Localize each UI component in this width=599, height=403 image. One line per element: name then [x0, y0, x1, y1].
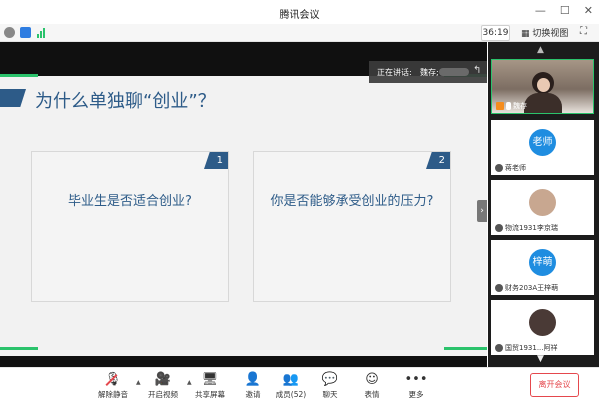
fullscreen-icon[interactable]: ⛶ [580, 26, 587, 37]
more-dots-icon: ••• [404, 372, 428, 387]
participant-tile[interactable]: 梓萌 财务203A王梓萌 [491, 240, 594, 295]
switch-view-button[interactable]: ▦ 切换视图 [521, 26, 568, 39]
participant-panel: ▲ 魏存 老师 蒋老师 物流1931李京瑞 梓萌 财务203A王梓萌 国贸193… [488, 42, 599, 367]
mic-muted-icon: 🎙 [104, 372, 122, 387]
close-icon[interactable]: ✕ [584, 4, 593, 17]
speaking-indicator: 正在讲话: 魏存; ↰ [369, 61, 487, 83]
user-icon [495, 343, 503, 352]
scroll-up-icon[interactable]: ▲ [537, 45, 544, 55]
speaker-name: 魏存; [420, 68, 439, 77]
participant-name: 国贸1931...阿祥 [505, 343, 558, 352]
unmute-button[interactable]: 🎙 解除静音 [88, 372, 138, 400]
meeting-timer: 36:19 [481, 25, 510, 41]
card-number: 1 [204, 152, 228, 169]
question-card-1: 1 毕业生是否适合创业? [31, 151, 229, 302]
participant-tile[interactable]: 物流1931李京瑞 [491, 180, 594, 235]
user-icon [495, 283, 503, 292]
smile-icon: ☺ [365, 372, 379, 387]
security-shield-icon[interactable] [20, 27, 31, 38]
speaker-name-blurred [439, 68, 469, 76]
mic-icon [506, 101, 511, 110]
window-controls: — ☐ ✕ [535, 4, 593, 17]
collapse-panel-button[interactable]: › [477, 200, 487, 222]
speaking-label: 正在讲话: [377, 68, 412, 77]
participant-name-row: 蒋老师 [491, 162, 526, 173]
meeting-toolbar: 🎙 解除静音 ▲ 🎥 开启视频 ▲ 🖥 共享屏幕 👤 邀请 👥 成员(52) 💬… [0, 367, 599, 403]
participant-name: 魏存 [513, 101, 527, 110]
info-icon[interactable] [4, 27, 15, 38]
reactions-label: 表情 [364, 390, 380, 399]
avatar [529, 189, 556, 216]
person-face [537, 78, 550, 92]
participant-name-row: 财务203A王梓萌 [491, 282, 558, 293]
participant-tile[interactable]: 老师 蒋老师 [491, 120, 594, 175]
minimize-icon[interactable]: — [535, 4, 546, 17]
pin-icon[interactable]: ↰ [473, 65, 481, 76]
avatar: 老师 [529, 129, 556, 156]
host-icon [496, 101, 504, 110]
participant-name-row: 国贸1931...阿祥 [491, 342, 558, 353]
scroll-down-icon[interactable]: ▼ [537, 354, 544, 364]
participant-name: 财务203A王梓萌 [505, 283, 559, 292]
participant-name: 蒋老师 [505, 163, 526, 172]
more-label: 更多 [408, 390, 424, 399]
maximize-icon[interactable]: ☐ [560, 4, 570, 17]
unmute-label: 解除静音 [98, 390, 128, 399]
slide-title: 为什么单独聊“创业”？ [35, 91, 216, 112]
avatar [529, 309, 556, 336]
participant-name-row: 魏存 [492, 100, 527, 111]
camera-off-icon: 🎥 [154, 372, 172, 387]
participant-name-row: 物流1931李京瑞 [491, 222, 558, 233]
reactions-button[interactable]: ☺ 表情 [347, 372, 397, 400]
card-text: 毕业生是否适合创业? [68, 194, 192, 209]
participant-tile[interactable]: 国贸1931...阿祥 [491, 300, 594, 355]
user-icon [495, 163, 503, 172]
start-video-label: 开启视频 [148, 390, 178, 399]
user-icon [495, 223, 503, 232]
more-button[interactable]: ••• 更多 [391, 372, 441, 400]
presentation-slide: 为什么单独聊“创业”？ 1 毕业生是否适合创业? 2 你是否能够承受创业的压力? [0, 76, 487, 356]
share-border-corner [0, 347, 38, 350]
share-border-corner [0, 74, 38, 77]
question-card-2: 2 你是否能够承受创业的压力? [253, 151, 451, 302]
shared-screen: 为什么单独聊“创业”？ 1 毕业生是否适合创业? 2 你是否能够承受创业的压力?… [0, 42, 487, 367]
card-text: 你是否能够承受创业的压力? [270, 194, 434, 209]
grid-view-icon: ▦ [521, 29, 530, 39]
title-accent-shape [0, 89, 26, 107]
avatar: 梓萌 [529, 249, 556, 276]
switch-view-label: 切换视图 [532, 29, 569, 39]
participant-name: 物流1931李京瑞 [505, 223, 558, 232]
share-border-corner [444, 347, 487, 350]
status-row: 36:19 ▦ 切换视图 ⛶ [0, 24, 599, 42]
start-video-button[interactable]: 🎥 开启视频 [138, 372, 188, 400]
title-bar: 腾讯会议 — ☐ ✕ [0, 0, 599, 24]
leave-meeting-button[interactable]: 离开会议 [530, 373, 579, 397]
person-body [524, 93, 562, 113]
card-number: 2 [426, 152, 450, 169]
participant-tile[interactable]: 魏存 [491, 59, 594, 114]
signal-icon[interactable] [37, 27, 48, 38]
app-title: 腾讯会议 [279, 10, 320, 21]
